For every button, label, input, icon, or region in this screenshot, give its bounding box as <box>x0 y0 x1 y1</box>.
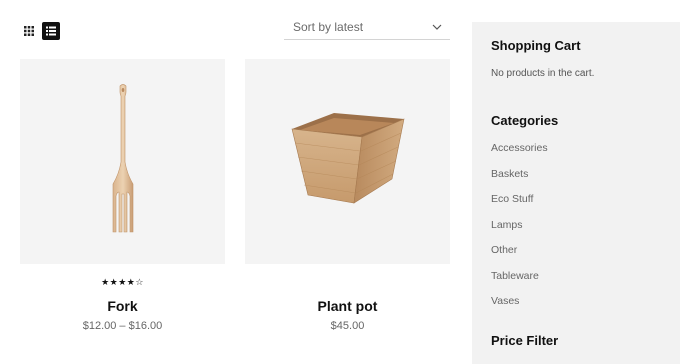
wooden-planter-image <box>286 111 410 212</box>
star-icon: ★★★★ <box>101 277 136 287</box>
view-toggle <box>20 22 60 40</box>
product-price: $12.00 – $16.00 <box>82 320 163 332</box>
category-link[interactable]: Eco Stuff <box>491 192 661 218</box>
product-title[interactable]: Plant pot <box>245 298 450 314</box>
product-title[interactable]: Fork <box>20 298 225 314</box>
list-view-button[interactable] <box>42 22 60 40</box>
sort-select-value: Sort by latest <box>293 20 364 34</box>
price-filter-title: Price Filter <box>491 332 559 348</box>
grid-icon <box>24 26 34 36</box>
product-image-link[interactable] <box>20 59 225 264</box>
cart-empty-message: No products in the cart. <box>491 68 595 79</box>
grid-view-button[interactable] <box>20 22 38 40</box>
category-link[interactable]: Other <box>491 243 661 269</box>
list-icon <box>46 26 56 36</box>
category-list: Accessories Baskets Eco Stuff Lamps Othe… <box>491 141 661 320</box>
product-image-link[interactable] <box>245 59 450 264</box>
wooden-fork-image <box>103 84 143 239</box>
category-link[interactable]: Accessories <box>491 141 661 167</box>
product-card: Plant pot $45.00 <box>245 59 450 332</box>
shopping-cart-title: Shopping Cart <box>491 38 581 53</box>
product-card: ★★★★ ☆ Fork $12.00 – $16.00 <box>20 59 225 332</box>
category-link[interactable]: Tableware <box>491 269 661 295</box>
sort-select[interactable]: Sort by latest <box>284 15 450 40</box>
category-link[interactable]: Baskets <box>491 167 661 193</box>
category-link[interactable]: Lamps <box>491 218 661 244</box>
sidebar: Shopping Cart No products in the cart. C… <box>472 22 680 364</box>
category-link[interactable]: Vases <box>491 294 661 320</box>
chevron-down-icon <box>432 24 442 30</box>
star-rating: ★★★★ ☆ <box>20 276 225 288</box>
star-empty-icon: ☆ <box>135 277 144 287</box>
categories-title: Categories <box>491 113 559 128</box>
product-price: $45.00 <box>330 320 365 332</box>
